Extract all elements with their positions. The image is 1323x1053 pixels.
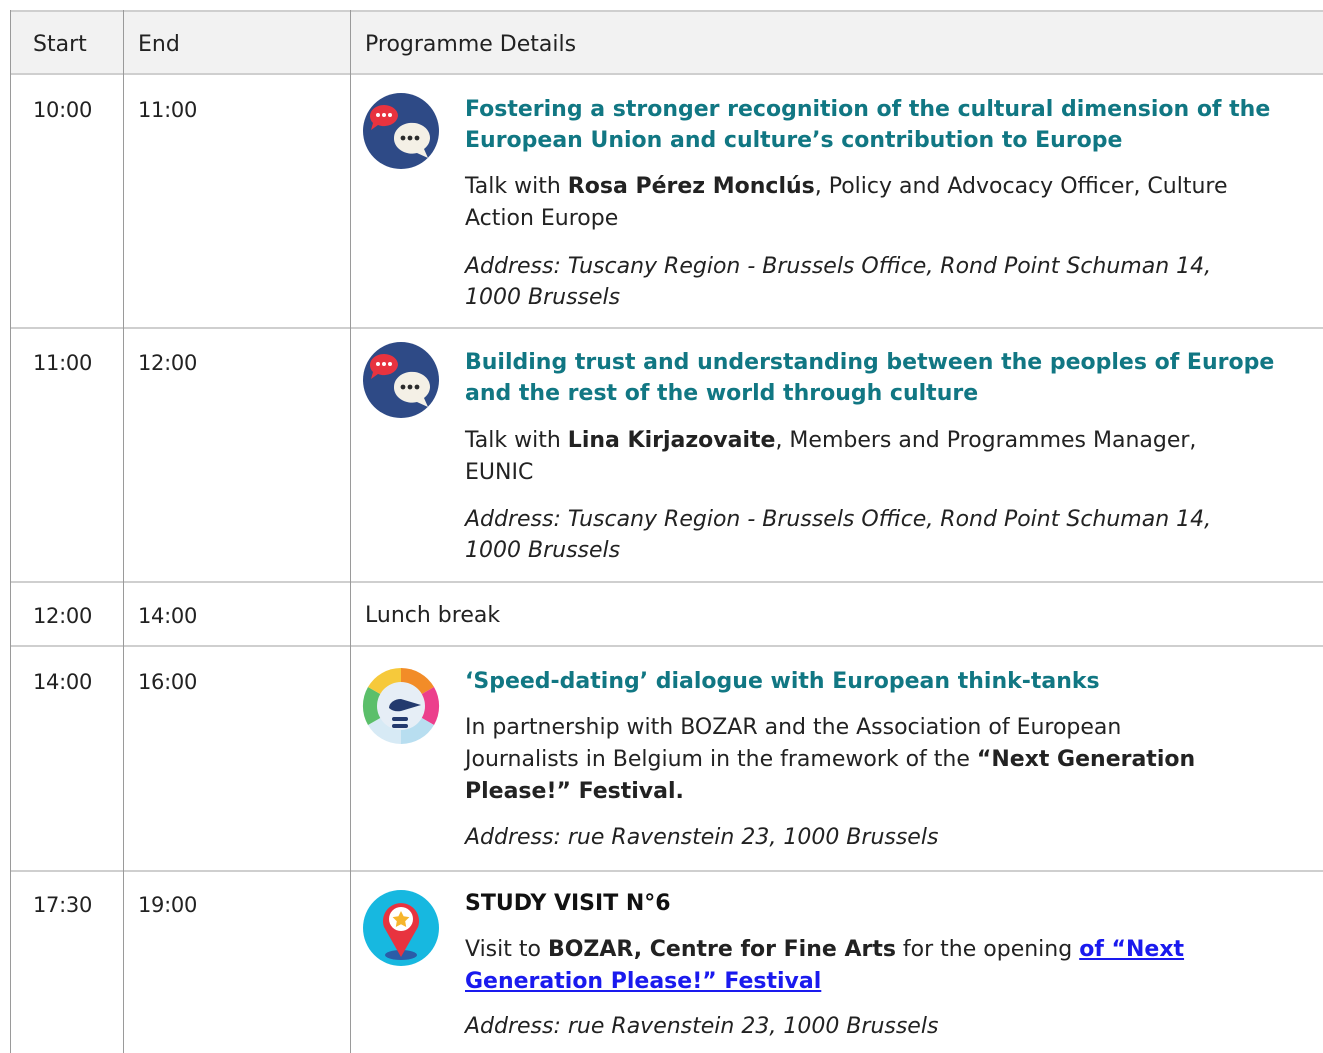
column-divider bbox=[10, 10, 11, 1053]
festival-name: Please!” Festival. bbox=[465, 779, 684, 804]
map-pin-star-icon bbox=[363, 890, 439, 966]
session-address: Address: rue Ravenstein 23, 1000 Brussel… bbox=[465, 1011, 1315, 1042]
address-line: 1000 Brussels bbox=[465, 538, 621, 563]
session-title: ‘Speed-dating’ dialogue with European th… bbox=[465, 666, 1323, 697]
description-text: Visit to bbox=[465, 937, 548, 962]
session-address: Address: Tuscany Region - Brussels Offic… bbox=[465, 251, 1315, 313]
start-time: 12:00 bbox=[33, 604, 93, 628]
session-address: Address: rue Ravenstein 23, 1000 Brussel… bbox=[465, 822, 1315, 853]
session-title: Fostering a stronger recognition of the … bbox=[465, 94, 1323, 156]
session-description: Talk with Lina Kirjazovaite, Members and… bbox=[465, 425, 1315, 489]
column-divider bbox=[350, 10, 351, 1053]
header-end: End bbox=[138, 32, 180, 57]
address-line: Address: Tuscany Region - Brussels Offic… bbox=[465, 254, 1212, 279]
address-line: Address: Tuscany Region - Brussels Offic… bbox=[465, 507, 1212, 532]
programme-table: Start End Programme Details 10:00 11:00 … bbox=[10, 10, 1323, 1053]
end-time: 11:00 bbox=[138, 98, 198, 122]
lunch-break-label: Lunch break bbox=[365, 603, 501, 628]
description-text: Action Europe bbox=[465, 206, 619, 231]
title-line: ‘Speed-dating’ dialogue with European th… bbox=[465, 669, 1100, 694]
description-text: EUNIC bbox=[465, 460, 534, 485]
header-start: Start bbox=[33, 32, 87, 57]
title-line: European Union and culture’s contributio… bbox=[465, 128, 1123, 153]
speaker-name: Rosa Pérez Monclús bbox=[567, 174, 815, 199]
end-time: 19:00 bbox=[138, 893, 198, 917]
row-divider bbox=[10, 581, 1323, 583]
description-text: , Members and Programmes Manager, bbox=[775, 428, 1197, 453]
start-time: 14:00 bbox=[33, 670, 93, 694]
row-divider bbox=[10, 327, 1323, 329]
address-line: Address: rue Ravenstein 23, 1000 Brussel… bbox=[465, 825, 939, 850]
start-time: 10:00 bbox=[33, 98, 93, 122]
start-time: 11:00 bbox=[33, 351, 93, 375]
address-line: 1000 Brussels bbox=[465, 285, 621, 310]
description-text: Talk with bbox=[465, 174, 568, 199]
description-text: for the opening bbox=[895, 937, 1080, 962]
address-line: Address: rue Ravenstein 23, 1000 Brussel… bbox=[465, 1014, 939, 1039]
festival-link[interactable]: of “Next bbox=[1079, 937, 1184, 962]
start-time: 17:30 bbox=[33, 893, 93, 917]
chat-bubbles-icon bbox=[363, 342, 439, 418]
description-text: Journalists in Belgium in the framework … bbox=[465, 747, 977, 772]
session-address: Address: Tuscany Region - Brussels Offic… bbox=[465, 504, 1315, 566]
session-title: Building trust and understanding between… bbox=[465, 347, 1323, 409]
title-line: Fostering a stronger recognition of the … bbox=[465, 97, 1271, 122]
session-description: Talk with Rosa Pérez Monclús, Policy and… bbox=[465, 171, 1315, 235]
row-divider bbox=[10, 645, 1323, 647]
row-divider bbox=[10, 73, 1323, 75]
festival-link[interactable]: Generation Please!” Festival bbox=[465, 969, 821, 994]
chat-bubbles-icon bbox=[363, 93, 439, 169]
venue-name: BOZAR, Centre for Fine Arts bbox=[547, 937, 896, 962]
title-line: Building trust and understanding between… bbox=[465, 350, 1275, 375]
title-line: and the rest of the world through cultur… bbox=[465, 381, 979, 406]
speedometer-icon bbox=[362, 667, 440, 745]
title-line: STUDY VISIT N°6 bbox=[465, 891, 671, 916]
column-divider bbox=[123, 10, 124, 1053]
row-divider bbox=[10, 870, 1323, 872]
session-title: STUDY VISIT N°6 bbox=[465, 888, 1323, 919]
end-time: 16:00 bbox=[138, 670, 198, 694]
table-header-row bbox=[10, 10, 1323, 74]
description-text: Talk with bbox=[465, 428, 568, 453]
header-programme-details: Programme Details bbox=[365, 32, 577, 57]
festival-name: “Next Generation bbox=[976, 747, 1196, 772]
description-text: , Policy and Advocacy Officer, Culture bbox=[814, 174, 1228, 199]
session-description: Visit to BOZAR, Centre for Fine Arts for… bbox=[465, 934, 1315, 998]
row-divider bbox=[10, 10, 1323, 12]
description-text: In partnership with BOZAR and the Associ… bbox=[465, 715, 1122, 740]
speaker-name: Lina Kirjazovaite bbox=[567, 428, 776, 453]
session-description: In partnership with BOZAR and the Associ… bbox=[465, 712, 1315, 808]
end-time: 14:00 bbox=[138, 604, 198, 628]
end-time: 12:00 bbox=[138, 351, 198, 375]
